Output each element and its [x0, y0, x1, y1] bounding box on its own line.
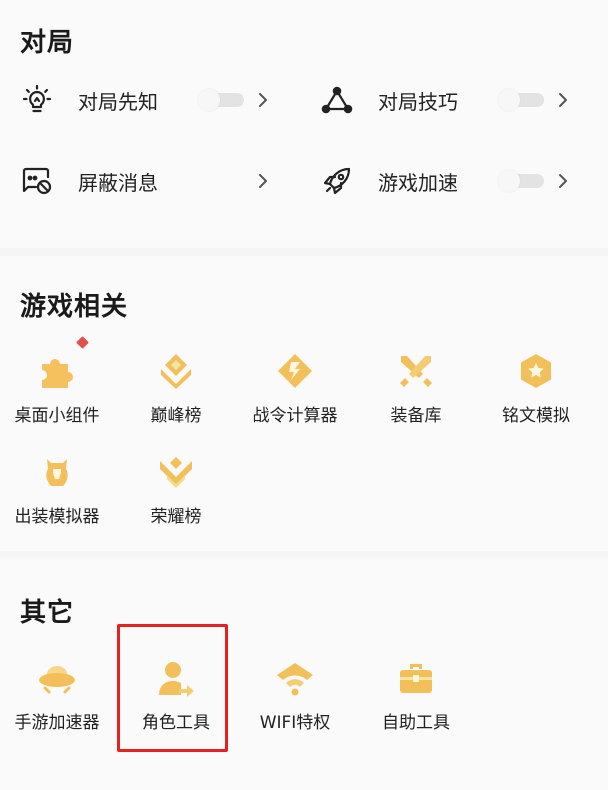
row-label: 对局先知 — [78, 89, 158, 114]
tool-label: 战令计算器 — [252, 406, 338, 426]
highlight-box — [117, 624, 228, 752]
section-title-other: 其它 — [20, 598, 75, 628]
tool-label: 出装模拟器 — [14, 507, 100, 527]
tool-label: 荣耀榜 — [150, 507, 202, 527]
row-duiju-xianzhi[interactable]: 对局先知 — [20, 75, 280, 125]
tool-mobile-game-accelerator[interactable]: 手游加速器 — [2, 658, 112, 738]
bulb-icon — [20, 83, 54, 117]
tool-label: 装备库 — [390, 406, 442, 426]
chevron-right-icon — [255, 169, 271, 193]
section-other: 其它 手游加速器 角色工具 WIFI特权 自助工具 — [0, 558, 608, 790]
tool-build-simulator[interactable]: 出装模拟器 — [2, 452, 112, 532]
helmet-icon — [37, 452, 77, 492]
peak-rank-icon — [156, 351, 196, 391]
tool-equipment-library[interactable]: 装备库 — [361, 351, 471, 431]
puzzle-icon — [37, 351, 77, 391]
section-title-duiju: 对局 — [20, 28, 75, 58]
toggle-switch-jiqiao[interactable] — [498, 89, 544, 111]
row-duiju-jiqiao[interactable]: 对局技巧 — [320, 75, 580, 125]
tool-label: 铭文模拟 — [502, 406, 570, 426]
tool-desktop-widget[interactable]: 桌面小组件 — [2, 351, 112, 431]
section-title-game: 游戏相关 — [20, 292, 129, 322]
toggle-switch-xianzhi[interactable] — [198, 89, 244, 111]
tool-wifi-privilege[interactable]: WIFI特权 — [240, 658, 350, 738]
rocket-icon — [320, 164, 354, 198]
battle-pass-icon — [275, 351, 315, 391]
tool-label: 巅峰榜 — [150, 406, 202, 426]
toolbox-icon — [396, 658, 436, 698]
tool-glory-rank[interactable]: 荣耀榜 — [121, 452, 231, 532]
row-duiju-jiasu[interactable]: 游戏加速 — [320, 156, 580, 206]
tool-label: 自助工具 — [382, 713, 450, 733]
row-label: 对局技巧 — [378, 89, 458, 114]
section-game: 游戏相关 桌面小组件 巅峰榜 战令计算器 装备库 铭文模拟 出装模拟器 荣耀榜 — [0, 256, 608, 551]
tool-label: 桌面小组件 — [14, 406, 100, 426]
tool-peak-rank[interactable]: 巅峰榜 — [121, 351, 231, 431]
toggle-switch-jiasu[interactable] — [498, 170, 544, 192]
tool-label: 手游加速器 — [14, 713, 100, 733]
glory-rank-icon — [156, 452, 196, 492]
chevron-right-icon — [555, 88, 571, 112]
ufo-icon — [37, 658, 77, 698]
tool-battle-pass-calc[interactable]: 战令计算器 — [240, 351, 350, 431]
tool-inscription-sim[interactable]: 铭文模拟 — [481, 351, 591, 431]
tool-label: WIFI特权 — [259, 713, 331, 733]
inscription-icon — [516, 351, 556, 391]
tool-self-service[interactable]: 自助工具 — [361, 658, 471, 738]
row-label: 游戏加速 — [378, 170, 458, 195]
wifi-icon — [275, 658, 315, 698]
row-duiju-pingbi[interactable]: 屏蔽消息 — [20, 156, 280, 206]
block-message-icon — [20, 164, 54, 198]
chevron-right-icon — [255, 88, 271, 112]
new-badge-dot — [76, 336, 89, 349]
crossed-swords-icon — [396, 351, 436, 391]
row-label: 屏蔽消息 — [78, 170, 158, 195]
chevron-right-icon — [555, 169, 571, 193]
section-duiju: 对局 对局先知 对局技巧 屏蔽消息 游戏加速 — [0, 0, 608, 248]
triangle-nodes-icon — [320, 83, 354, 117]
